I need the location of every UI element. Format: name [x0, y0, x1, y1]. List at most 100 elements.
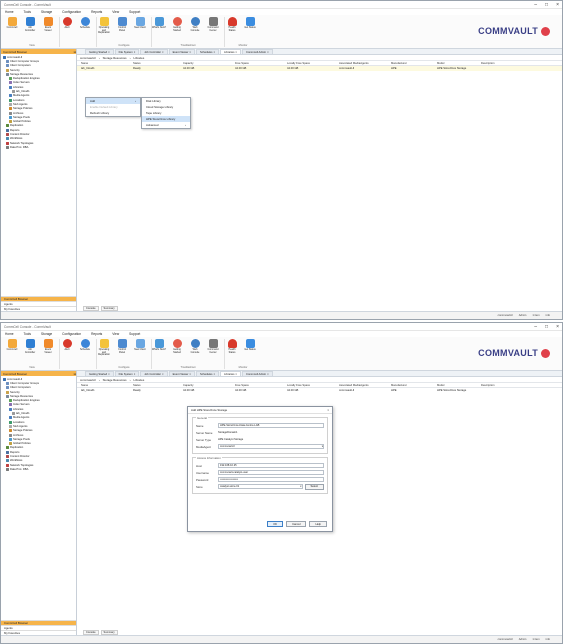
close-icon[interactable]: ×: [189, 51, 191, 54]
menu-storage[interactable]: Storage: [41, 332, 52, 336]
commcell-button[interactable]: Commcell: [5, 17, 19, 47]
menu-configuration[interactable]: Configuration: [62, 10, 81, 14]
breadcrumb-item[interactable]: Storage Resources: [103, 56, 127, 60]
close-icon[interactable]: ×: [108, 51, 110, 54]
breadcrumb-item[interactable]: commvault-ll: [80, 378, 96, 382]
health-status-button[interactable]: Health Status: [225, 17, 239, 47]
close-icon[interactable]: ×: [267, 373, 269, 376]
column-header[interactable]: Manufacturer: [391, 62, 437, 65]
commcell-button[interactable]: Commcell: [5, 339, 19, 369]
command-center-button[interactable]: Command Center: [206, 17, 220, 47]
tab-file-system[interactable]: File System ×: [114, 49, 140, 54]
menu-home[interactable]: Home: [5, 332, 14, 336]
menu-view[interactable]: View: [112, 10, 119, 14]
tab-schedules[interactable]: Schedules ×: [195, 49, 220, 54]
job-controller-button[interactable]: Job Controller: [23, 17, 37, 47]
command-center-button[interactable]: Command Center: [206, 339, 220, 369]
menu-support[interactable]: Support: [129, 10, 140, 14]
operating-replication-button[interactable]: Operating and Replication: [97, 339, 111, 369]
menu-support[interactable]: Support: [129, 332, 140, 336]
operating-replication-button[interactable]: Operating and Replication: [97, 17, 111, 47]
control-panel-button[interactable]: Control Panel: [115, 17, 129, 47]
help-button[interactable]: Help: [309, 521, 327, 527]
store-select[interactable]: catalyst-store-01 ▾: [218, 484, 303, 489]
close-icon[interactable]: ×: [556, 2, 559, 8]
column-header[interactable]: Associated MediaAgents: [339, 62, 391, 65]
context-menu-refresh[interactable]: Refresh Library: [86, 110, 140, 116]
control-panel-button[interactable]: Control Panel: [115, 339, 129, 369]
menu-tools[interactable]: Tools: [24, 332, 31, 336]
name-field[interactable]: HPE-StoreOnce-Data-Centre-LAB: [218, 423, 324, 428]
ok-button[interactable]: OK: [267, 521, 284, 527]
column-header[interactable]: Status: [133, 384, 183, 387]
column-header[interactable]: Locally Free Space: [287, 384, 339, 387]
menu-view[interactable]: View: [112, 332, 119, 336]
tab-libraries[interactable]: Libraries ×: [220, 49, 241, 54]
column-header[interactable]: Description: [481, 384, 511, 387]
tab-event-viewer[interactable]: Event Viewer ×: [168, 49, 195, 54]
breadcrumb-item[interactable]: Storage Resources: [103, 378, 127, 382]
close-icon[interactable]: ×: [108, 373, 110, 376]
tree-item[interactable]: Data Prot. DBA: [3, 467, 76, 471]
column-header[interactable]: Free Space: [235, 62, 287, 65]
menu-home[interactable]: Home: [5, 10, 14, 14]
web-console-button[interactable]: Web Console: [188, 17, 202, 47]
menu-tools[interactable]: Tools: [24, 10, 31, 14]
tab-file-system[interactable]: File System ×: [114, 371, 140, 376]
menu-reports[interactable]: Reports: [91, 332, 102, 336]
column-header[interactable]: Model: [437, 384, 481, 387]
whats-new-button[interactable]: What's New?: [152, 17, 166, 47]
close-icon[interactable]: ×: [327, 408, 329, 412]
menu-reports[interactable]: Reports: [91, 10, 102, 14]
table-row[interactable]: lab_Cloud1 Ready 44.00 GB 44.00 GB 44.00…: [77, 388, 562, 393]
column-header[interactable]: Manufacturer: [391, 384, 437, 387]
job-controller-button[interactable]: Job Controller: [23, 339, 37, 369]
close-icon[interactable]: ×: [235, 373, 237, 376]
tree-item[interactable]: Data Prot. DBA: [3, 145, 76, 149]
tab-schedules[interactable]: Schedules ×: [195, 371, 220, 376]
close-icon[interactable]: ×: [556, 324, 559, 330]
menu-storage[interactable]: Storage: [41, 10, 52, 14]
tab-event-viewer[interactable]: Event Viewer ×: [168, 371, 195, 376]
column-header[interactable]: Locally Free Space: [287, 62, 339, 65]
tab-commcell-admin[interactable]: Commcell Admin ×: [242, 49, 273, 54]
new-client-button[interactable]: New Client: [133, 339, 147, 369]
close-icon[interactable]: ×: [267, 51, 269, 54]
column-header[interactable]: Capacity: [183, 62, 235, 65]
pin-icon[interactable]: ⊟: [74, 372, 76, 376]
minimize-icon[interactable]: –: [534, 2, 537, 8]
column-header[interactable]: Associated MediaAgents: [339, 384, 391, 387]
minimize-icon[interactable]: –: [534, 324, 537, 330]
schedule-button[interactable]: Schedule: [78, 17, 92, 47]
mediaagent-select[interactable]: commvault-ll ▾: [218, 444, 324, 449]
tab-libraries[interactable]: Libraries ×: [220, 371, 241, 376]
getting-started-button[interactable]: Getting Started: [170, 17, 184, 47]
tab-job-controller[interactable]: Job Controller ×: [140, 371, 168, 376]
pin-icon[interactable]: ⊟: [74, 50, 76, 54]
column-header[interactable]: Description: [481, 62, 511, 65]
select-store-button[interactable]: Select: [304, 483, 324, 490]
close-icon[interactable]: ×: [235, 51, 237, 54]
close-icon[interactable]: ×: [189, 373, 191, 376]
close-icon[interactable]: ×: [214, 373, 216, 376]
event-viewer-button[interactable]: Event Viewer: [41, 17, 55, 47]
breadcrumb-item[interactable]: commvault-ll: [80, 56, 96, 60]
breadcrumb-item[interactable]: Libraries: [134, 56, 145, 60]
maximize-icon[interactable]: □: [545, 2, 548, 8]
username-field[interactable]: commvault-catalyst-user: [218, 470, 324, 475]
submenu-advanced[interactable]: Advanced ›: [142, 122, 190, 128]
maximize-icon[interactable]: □: [545, 324, 548, 330]
health-status-button[interactable]: Health Status: [225, 339, 239, 369]
close-icon[interactable]: ×: [214, 51, 216, 54]
new-client-button[interactable]: New Client: [133, 17, 147, 47]
alert-button[interactable]: Alert: [60, 339, 74, 369]
password-field[interactable]: ••••••••••••••••••••: [218, 477, 324, 482]
get-status-button[interactable]: Get Status: [243, 17, 257, 47]
table-row[interactable]: lab_Cloud1 Ready 44.00 GB 44.00 GB 44.00…: [77, 66, 562, 71]
breadcrumb-item[interactable]: Libraries: [134, 378, 145, 382]
tab-commcell-admin[interactable]: Commcell Admin ×: [242, 371, 273, 376]
column-header[interactable]: Status: [133, 62, 183, 65]
tab-getting-started[interactable]: Getting Started ×: [85, 371, 114, 376]
getting-started-button[interactable]: Getting Started: [170, 339, 184, 369]
whats-new-button[interactable]: What's New?: [152, 339, 166, 369]
